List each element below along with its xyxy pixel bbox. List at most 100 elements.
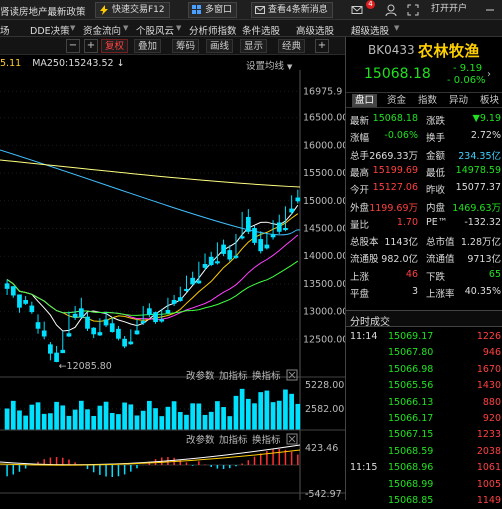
menu-item-stock-news[interactable]: 个股风云	[136, 23, 174, 37]
chevron-right-icon[interactable]: ›	[487, 69, 491, 80]
tab-movement[interactable]: 异动	[446, 94, 471, 107]
volume-panel-button[interactable]: 改参数	[186, 370, 215, 382]
volume-bar	[233, 395, 239, 430]
message-button[interactable]: 查看4条新消息	[251, 2, 333, 18]
candle-body	[245, 216, 251, 232]
quote-label: 总股本	[350, 237, 379, 249]
quick-trade-button[interactable]: 快速交易F12	[95, 2, 170, 18]
candle-body	[190, 277, 196, 285]
quote-header: BK0433 农林牧渔 15068.18 - 9.19 - 0.06% ›	[346, 37, 502, 91]
trade-price: 15068.99	[388, 478, 434, 490]
quote-label: 上涨率	[426, 289, 455, 300]
trade-row: 15067.80 946	[346, 345, 502, 361]
menu-item-market[interactable]: 场	[0, 23, 10, 37]
tab-index[interactable]: 指数	[415, 94, 440, 107]
menu-item-dde[interactable]: DDE决策	[30, 23, 70, 37]
volume-bar	[196, 403, 202, 430]
chart-toolbar: − + 复权 叠加 筹码 画线 显示 经典 +	[0, 37, 345, 55]
candle-body	[72, 313, 78, 318]
overlay-button[interactable]: 叠加	[134, 39, 162, 53]
candle-body	[103, 319, 109, 326]
quote-label: 外盘	[350, 202, 370, 214]
volume-bar	[245, 398, 251, 430]
restore-rights-button[interactable]: 复权	[101, 39, 129, 53]
candle-body	[283, 228, 288, 231]
tab-capital[interactable]: 资金	[384, 94, 409, 107]
volume-bar	[264, 390, 270, 430]
news-ticker[interactable]: 肾读房地产最新政策	[0, 4, 86, 18]
quote-label: 流通股	[350, 254, 379, 266]
volume-bar	[78, 400, 84, 430]
indicator-panel-button[interactable]: 改参数	[186, 434, 215, 446]
quote-label: 内盘	[426, 202, 446, 214]
minimize-icon[interactable]	[483, 3, 497, 17]
chips-button[interactable]: 筹码	[172, 39, 200, 53]
open-account-link[interactable]: 打开开户	[427, 2, 471, 18]
volume-panel-button[interactable]: 换指标	[252, 370, 281, 382]
quote-value: 2669.33万	[369, 150, 418, 162]
candle-body	[165, 309, 171, 314]
dropdown-icon-super: ▼	[394, 24, 400, 32]
indicator-panel-button[interactable]: 换指标	[252, 434, 281, 446]
indicator-panel-button[interactable]: 加指标	[219, 434, 248, 446]
menu-item-capital-flow[interactable]: 资金流向	[83, 23, 121, 37]
candle-body	[60, 349, 66, 354]
trade-row: 15068.59 2038	[346, 444, 502, 460]
tab-sector[interactable]: 板块	[477, 94, 502, 107]
quote-label: 昨收	[426, 185, 446, 197]
volume-panel-button[interactable]: 加指标	[219, 370, 248, 382]
menu-item-analyst-index[interactable]: 分析师指数	[189, 23, 237, 37]
menu-item-super-select[interactable]: 超级选股	[351, 23, 389, 37]
quote-label: 最新	[350, 116, 370, 127]
trade-row: 15066.17 920	[346, 411, 502, 427]
trades-header: 分时成交	[346, 310, 502, 328]
volume-bar	[270, 402, 276, 430]
menu-item-advanced-select[interactable]: 高级选股	[296, 23, 334, 37]
trade-price: 15066.17	[388, 413, 434, 424]
tab-order-book[interactable]: 盘口	[352, 94, 378, 107]
ma-prefix: 5.11	[0, 58, 22, 69]
quote-row: 总手 2669.33万 金额 234.35亿	[346, 146, 502, 162]
add-button[interactable]: +	[315, 39, 329, 53]
candle-body	[116, 328, 121, 339]
quote-value: 234.35亿	[458, 150, 501, 162]
quote-value: 1.28万亿	[460, 237, 501, 249]
candle-body	[196, 280, 202, 284]
volume-tick-label: 2582.00	[305, 404, 344, 415]
menu-item-condition-select[interactable]: 条件选股	[242, 23, 280, 37]
kline-chart[interactable]: 16975.9 16500.00 16000.00 15500.00 15000.00 1…	[0, 70, 345, 500]
candle-body	[4, 283, 10, 289]
candle-body	[91, 327, 97, 335]
price-tick-label: 13000.00	[303, 307, 345, 318]
volume-panel: 5228.00 2582.00	[0, 376, 345, 494]
zoom-in-button[interactable]: +	[84, 39, 98, 53]
volume-bar	[177, 412, 183, 430]
candle-body	[252, 228, 257, 243]
classic-button[interactable]: 经典	[278, 39, 306, 53]
display-button[interactable]: 显示	[240, 39, 268, 53]
ma30-line	[6, 260, 299, 316]
trade-row: 15068.99 1005	[346, 477, 502, 493]
multi-window-button[interactable]: 多窗口	[188, 2, 238, 18]
candle-body	[66, 333, 72, 337]
trade-volume: 946	[482, 347, 501, 359]
price-tick-label: 14500.00	[303, 224, 345, 235]
dropdown-icon-dde: ▼	[70, 24, 76, 32]
volume-bar	[48, 413, 53, 430]
quote-value: 1199.69万	[369, 202, 418, 214]
dropdown-icon-capital: ▼	[123, 24, 129, 32]
multi-window-label: 多窗口	[205, 5, 233, 15]
mail-icon[interactable]	[350, 3, 364, 17]
quote-value: 15068.18	[372, 113, 418, 124]
candle-body	[233, 255, 239, 258]
candle-body	[140, 321, 146, 324]
trade-volume: 1226	[476, 331, 501, 342]
expand-icon[interactable]	[406, 3, 420, 17]
zoom-out-button[interactable]: −	[66, 39, 80, 53]
ma-arrow-icon: ↓	[116, 58, 125, 69]
draw-line-button[interactable]: 画线	[206, 39, 234, 53]
volume-bar	[190, 403, 196, 430]
user-icon[interactable]	[384, 3, 398, 17]
candle-body	[270, 234, 276, 238]
trade-volume: 1430	[476, 380, 501, 392]
